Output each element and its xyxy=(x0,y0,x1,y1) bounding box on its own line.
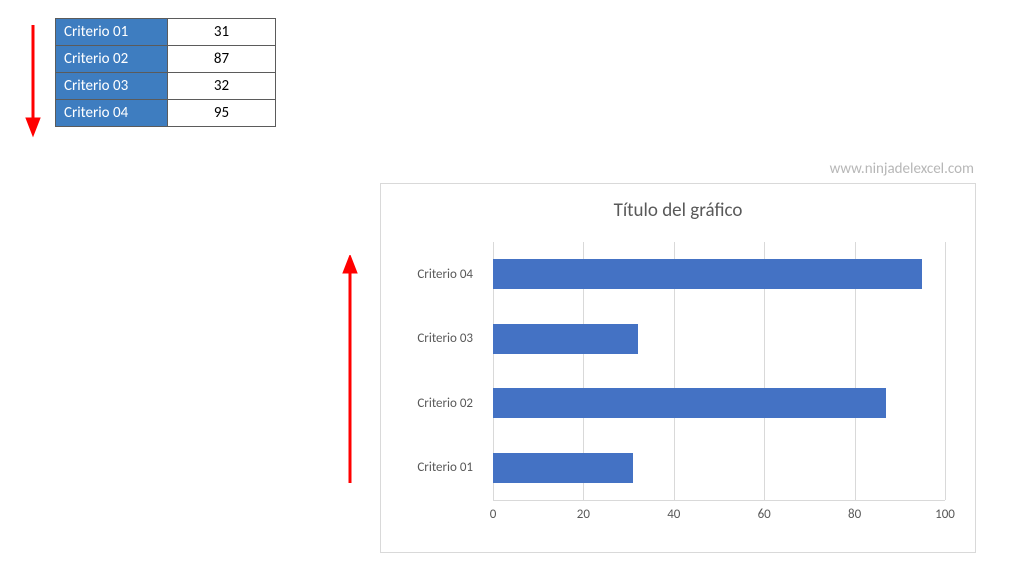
row-label: Criterio 04 xyxy=(56,100,168,127)
row-label: Criterio 01 xyxy=(56,19,168,46)
y-tick-label: Criterio 03 xyxy=(401,331,483,346)
plot-area: Criterio 04 Criterio 03 Criterio 02 Crit… xyxy=(401,242,955,532)
row-value: 32 xyxy=(168,73,276,100)
y-tick-label: Criterio 02 xyxy=(401,396,483,411)
row-value: 95 xyxy=(168,100,276,127)
y-tick-label: Criterio 04 xyxy=(401,267,483,282)
x-tick-label: 60 xyxy=(758,507,771,522)
row-value: 31 xyxy=(168,19,276,46)
y-tick-label: Criterio 01 xyxy=(401,460,483,475)
bar-criterio-02 xyxy=(493,388,886,418)
bar-criterio-01 xyxy=(493,453,633,483)
watermark-text: www.ninjadelexcel.com xyxy=(830,160,974,178)
row-value: 87 xyxy=(168,46,276,73)
chart-title: Título del gráfico xyxy=(381,199,975,222)
data-table: Criterio 01 31 Criterio 02 87 Criterio 0… xyxy=(55,18,276,127)
x-axis: 0 20 40 60 80 100 xyxy=(493,500,945,532)
arrow-down-icon xyxy=(23,23,43,138)
x-tick-label: 0 xyxy=(490,507,497,522)
table-row: Criterio 01 31 xyxy=(56,19,276,46)
bars-stack xyxy=(493,242,945,500)
bar-chart: Título del gráfico Criterio 04 Criterio … xyxy=(380,183,976,553)
row-label: Criterio 02 xyxy=(56,46,168,73)
table-row: Criterio 03 32 xyxy=(56,73,276,100)
row-label: Criterio 03 xyxy=(56,73,168,100)
x-tick-label: 80 xyxy=(848,507,861,522)
x-tick-label: 100 xyxy=(935,507,955,522)
table-row: Criterio 04 95 xyxy=(56,100,276,127)
bar-criterio-04 xyxy=(493,259,922,289)
bars-region xyxy=(493,242,945,500)
y-axis-labels: Criterio 04 Criterio 03 Criterio 02 Crit… xyxy=(401,242,483,500)
x-tick-label: 20 xyxy=(577,507,590,522)
arrow-up-icon xyxy=(340,255,360,485)
x-tick-label: 40 xyxy=(667,507,680,522)
table-row: Criterio 02 87 xyxy=(56,46,276,73)
bar-criterio-03 xyxy=(493,324,638,354)
